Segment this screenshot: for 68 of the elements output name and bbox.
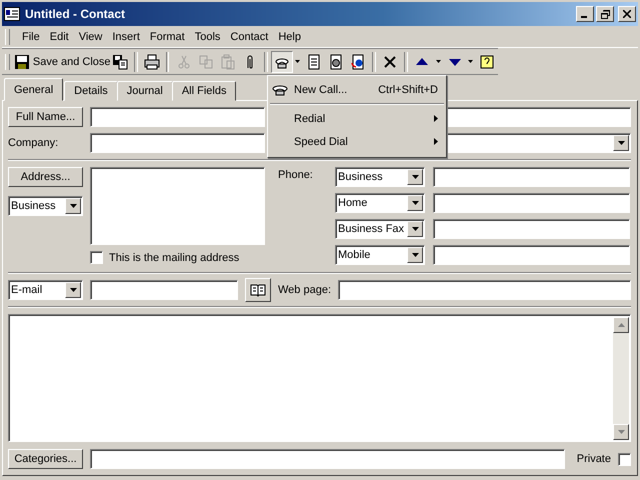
address-button[interactable]: Address...	[8, 167, 83, 187]
checkbox[interactable]	[90, 251, 103, 264]
phone-field[interactable]	[433, 167, 630, 187]
email-field[interactable]	[90, 280, 238, 300]
menu-item[interactable]: View	[74, 31, 106, 43]
address-type-combo[interactable]: Business	[8, 196, 83, 216]
phone-field[interactable]	[433, 245, 630, 265]
up-arrow-icon	[618, 323, 624, 327]
notes-field[interactable]	[8, 314, 631, 442]
web-page-label: Web page:	[278, 284, 332, 296]
minimize-button[interactable]	[576, 6, 594, 22]
contact-card-icon	[4, 7, 20, 21]
phone-type-combo[interactable]: Home	[335, 193, 425, 213]
phone-type-combo[interactable]: Mobile	[335, 245, 425, 265]
menu-item[interactable]: Edit	[46, 31, 73, 43]
private-label: Private	[576, 453, 611, 465]
window-title: Untitled - Contact	[25, 7, 125, 21]
tab[interactable]: All Fields	[172, 81, 236, 101]
phone-type-combo[interactable]: Business	[335, 167, 425, 187]
floppy-icon	[14, 54, 30, 70]
address-field[interactable]	[90, 167, 265, 245]
close-icon	[623, 10, 631, 18]
caret-icon	[412, 175, 418, 179]
email-type-combo[interactable]: E-mail	[8, 280, 83, 300]
restore-icon	[600, 10, 610, 18]
phone-type-combo[interactable]: Business Fax	[335, 219, 425, 239]
scroll-up-button[interactable]	[613, 317, 629, 333]
submenu-item[interactable]: Speed Dial	[268, 130, 446, 153]
full-name-field[interactable]	[90, 107, 265, 127]
categories-button[interactable]: Categories...	[8, 449, 83, 469]
private-checkbox[interactable]	[618, 452, 631, 466]
caret-icon	[412, 201, 418, 205]
company-field[interactable]	[90, 133, 265, 153]
caret-icon	[412, 253, 418, 257]
phone-icon	[272, 82, 288, 96]
phone-field[interactable]	[433, 219, 630, 239]
scroll-down-button[interactable]	[613, 424, 629, 440]
menu-item[interactable]: File	[18, 31, 44, 43]
phone-icon[interactable]	[270, 50, 293, 72]
web-page-field[interactable]	[338, 280, 631, 300]
down-arrow-icon	[618, 430, 624, 434]
save-and-close-button[interactable]: Save and Close	[16, 50, 109, 72]
menu-item[interactable]: New Call... Ctrl+Shift+D	[268, 78, 446, 101]
menu-item[interactable]: Format	[146, 31, 189, 43]
menu-item[interactable]: Help	[274, 31, 305, 43]
tab[interactable]: Details	[64, 81, 118, 101]
full-name-button[interactable]: Full Name...	[8, 107, 83, 127]
company-label: Company:	[8, 137, 60, 149]
submenu-arrow-icon	[434, 138, 438, 145]
address-book-icon[interactable]	[245, 278, 271, 302]
caret-icon	[70, 288, 76, 292]
close-button[interactable]	[618, 6, 636, 22]
caret-icon	[618, 141, 624, 145]
caret-icon	[70, 204, 76, 208]
menu-item[interactable]: Tools	[190, 31, 224, 43]
menu-item[interactable]: Contact	[226, 31, 272, 43]
submenu-item[interactable]: Redial	[268, 107, 446, 130]
submenu-arrow-icon	[434, 115, 438, 122]
menu-item[interactable]: Insert	[108, 31, 144, 43]
caret-icon	[412, 227, 418, 231]
phone-label: Phone:	[278, 169, 314, 183]
restore-button[interactable]	[596, 6, 614, 22]
phone-field[interactable]	[433, 193, 630, 213]
scrollbar[interactable]	[613, 317, 629, 440]
mailing-address-label: This is the mailing address	[109, 252, 240, 264]
tab[interactable]: General	[4, 78, 64, 101]
tab[interactable]: Journal	[116, 81, 173, 101]
categories-field[interactable]	[90, 449, 565, 469]
